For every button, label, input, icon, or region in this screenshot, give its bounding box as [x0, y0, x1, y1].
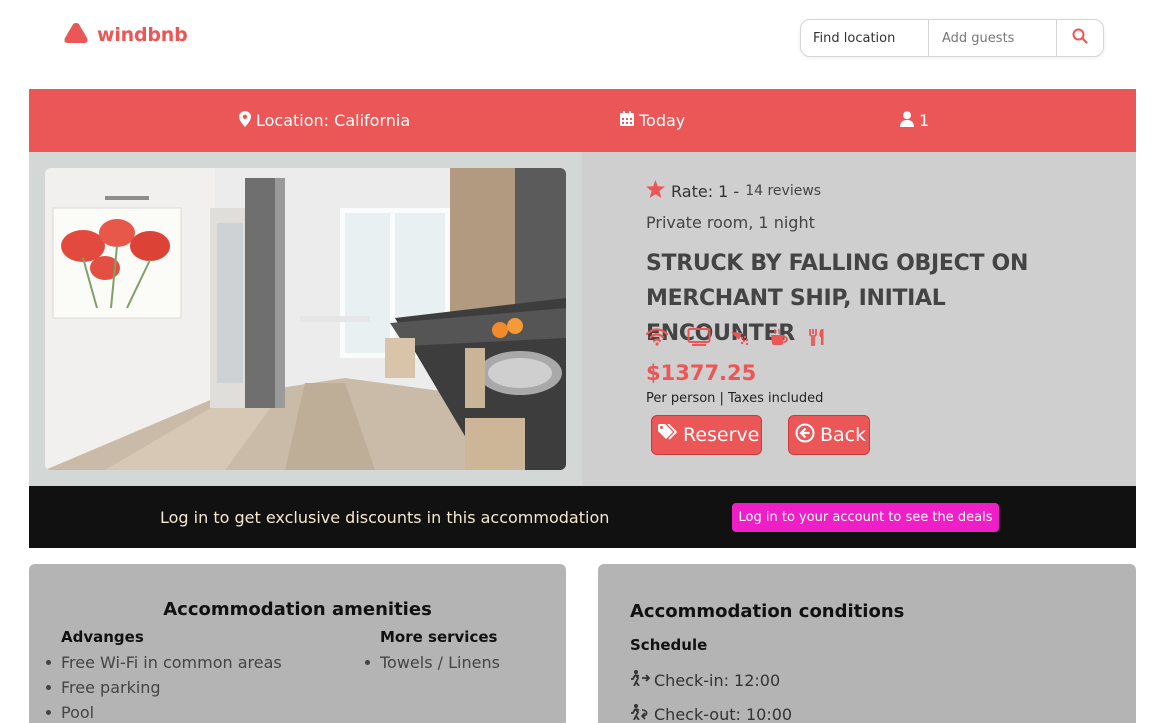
location-input[interactable]: Find location — [801, 20, 929, 56]
summary-location: Location: California — [239, 89, 410, 152]
search-button[interactable] — [1057, 20, 1103, 56]
amenities-col2-list: Towels / Linens — [365, 650, 500, 675]
amenities-title: Accommodation amenities — [163, 599, 432, 620]
reserve-label: Reserve — [683, 424, 760, 446]
back-button[interactable]: Back — [788, 415, 870, 455]
amenities-col1-title: Advanges — [61, 628, 144, 646]
check-in-icon — [630, 670, 651, 690]
summary-date-text: Today — [639, 111, 686, 130]
check-out-text: Check-out: 10:00 — [654, 704, 793, 723]
summary-guests-text: 1 — [919, 111, 930, 130]
brand-name: windbnb — [97, 24, 188, 46]
list-item: Pool — [46, 700, 282, 723]
star-icon — [646, 180, 665, 202]
summary-date: Today — [620, 89, 685, 152]
arrow-circle-left-icon — [795, 423, 815, 448]
price-note: Per person | Taxes included — [646, 391, 824, 406]
triangle-logo-icon — [63, 22, 89, 48]
reserve-button[interactable]: Reserve — [651, 415, 762, 455]
reviews-count[interactable]: 14 reviews — [745, 183, 821, 199]
conditions-card: Accommodation conditions Schedule Check-… — [598, 564, 1136, 723]
check-out-row: Check-out: 10:00 — [630, 704, 792, 723]
booking-summary-bar: Location: California Today 1 — [29, 89, 1136, 152]
summary-location-text: Location: California — [256, 111, 411, 130]
conditions-title: Accommodation conditions — [630, 601, 905, 622]
search-icon — [1072, 28, 1088, 48]
check-in-text: Check-in: 12:00 — [654, 670, 781, 690]
amenities-col2-title: More services — [380, 628, 498, 646]
tags-icon — [658, 423, 678, 446]
map-marker-icon — [239, 110, 251, 131]
user-icon — [900, 110, 914, 131]
search-bar: Find location Add guests — [800, 19, 1104, 57]
wifi-icon — [645, 328, 669, 350]
amenity-icons — [645, 328, 826, 350]
listing-photo — [45, 168, 566, 470]
room-type: Private room, 1 night — [646, 213, 815, 232]
list-item: Free Wi-Fi in common areas — [46, 650, 282, 675]
promo-bar: Log in to get exclusive discounts in thi… — [29, 486, 1136, 548]
price: $1377.25 — [646, 361, 757, 385]
guests-input[interactable]: Add guests — [929, 20, 1057, 56]
tv-icon — [687, 328, 711, 350]
listing-panel: Rate: 1 - 14 reviews Private room, 1 nig… — [29, 152, 1136, 486]
amenities-card: Accommodation amenities Advanges Free Wi… — [29, 564, 566, 723]
amenities-col1-list: Free Wi-Fi in common areas Free parking … — [46, 650, 282, 723]
login-deals-button[interactable]: Log in to your account to see the deals — [732, 503, 999, 532]
calendar-icon — [620, 111, 634, 130]
check-out-icon — [630, 704, 650, 723]
promo-message: Log in to get exclusive discounts in thi… — [160, 507, 610, 527]
rating: Rate: 1 - 14 reviews — [646, 180, 821, 202]
schedule-title: Schedule — [630, 636, 708, 654]
utensils-icon — [808, 328, 826, 350]
back-label: Back — [820, 424, 867, 446]
list-item: Free parking — [46, 675, 282, 700]
photo-frame — [29, 152, 582, 486]
rating-text: Rate: 1 - — [671, 181, 740, 201]
brand-logo[interactable]: windbnb — [63, 22, 188, 48]
summary-guests: 1 — [900, 89, 929, 152]
shower-icon — [730, 328, 750, 350]
check-in-row: Check-in: 12:00 — [630, 670, 780, 690]
list-item: Towels / Linens — [365, 650, 500, 675]
coffee-icon — [769, 328, 789, 350]
